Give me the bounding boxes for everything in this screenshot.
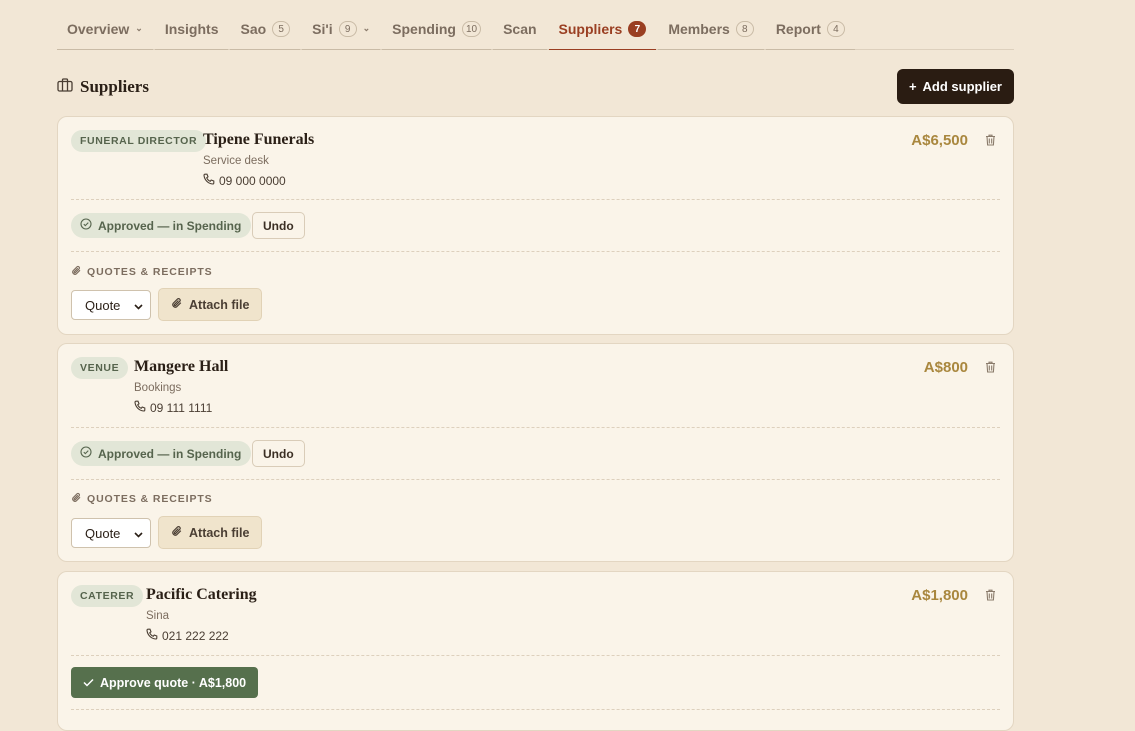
undo-button[interactable]: Undo	[252, 212, 305, 239]
tab-insights[interactable]: Insights	[154, 0, 229, 50]
tab-sii[interactable]: Si'i 9 ⌄	[302, 0, 381, 50]
status-badge: Approved — in Spending	[71, 441, 252, 466]
quotes-receipts-heading: QUOTES & RECEIPTS	[71, 265, 213, 279]
chevron-down-icon	[134, 526, 143, 541]
chevron-down-icon: ⌄	[135, 23, 143, 33]
supplier-name: Tipene Funerals	[203, 131, 315, 148]
tab-label: Members	[668, 21, 730, 37]
status-text: Approved — in Spending	[98, 218, 242, 233]
tab-suppliers[interactable]: Suppliers 7	[548, 0, 657, 50]
check-circle-icon	[80, 446, 92, 461]
divider	[71, 709, 1000, 710]
tab-label: Suppliers	[558, 21, 623, 37]
check-circle-icon	[80, 218, 92, 233]
category-badge: VENUE	[71, 357, 129, 379]
document-type-select[interactable]: Quote	[71, 290, 151, 320]
status-text: Approved — in Spending	[98, 446, 242, 461]
supplier-name: Mangere Hall	[134, 358, 229, 375]
supplier-amount: A$6,500	[911, 132, 968, 149]
undo-button[interactable]: Undo	[252, 440, 305, 467]
approve-quote-button[interactable]: Approve quote · A$1,800	[71, 667, 259, 698]
paperclip-icon	[171, 297, 183, 312]
supplier-card: VENUE Mangere Hall Bookings 09 111 1111 …	[57, 343, 1014, 562]
supplier-phone: 021 222 222	[146, 628, 229, 643]
add-supplier-button[interactable]: + Add supplier	[896, 69, 1014, 104]
quotes-receipts-label: QUOTES & RECEIPTS	[87, 266, 213, 278]
tab-count: 5	[272, 21, 291, 37]
paperclip-icon	[71, 265, 82, 279]
chevron-down-icon: ⌄	[362, 23, 371, 33]
attach-file-button[interactable]: Attach file	[158, 516, 263, 549]
tab-label: Scan	[503, 21, 537, 37]
supplier-card: CATERER Pacific Catering Sina 021 222 22…	[57, 571, 1014, 731]
plus-icon: +	[908, 79, 917, 94]
tab-label: Si'i	[312, 21, 333, 37]
chevron-down-icon	[134, 298, 143, 313]
tab-count: 7	[628, 21, 647, 37]
divider	[71, 199, 1000, 200]
divider	[71, 655, 1000, 656]
tab-bar: Overview ⌄ Insights Sao 5 Si'i 9 ⌄ Spending 1…	[57, 0, 1014, 50]
category-badge: CATERER	[71, 585, 144, 607]
trash-icon[interactable]	[985, 360, 996, 378]
page: Overview ⌄ Insights Sao 5 Si'i 9 ⌄ Spending 1…	[57, 0, 1014, 731]
paperclip-icon	[71, 492, 82, 506]
supplier-amount: A$1,800	[911, 587, 968, 604]
supplier-contact: Bookings	[134, 382, 182, 394]
category-badge: FUNERAL DIRECTOR	[71, 130, 207, 152]
tab-label: Overview	[67, 21, 130, 37]
phone-number: 09 111 1111	[150, 400, 213, 415]
attach-file-label: Attach file	[189, 297, 250, 312]
section-header: Suppliers + Add supplier	[57, 69, 1014, 104]
supplier-phone: 09 111 1111	[134, 400, 212, 415]
supplier-contact: Sina	[146, 610, 170, 622]
supplier-amount: A$800	[923, 359, 968, 376]
divider	[71, 479, 1000, 480]
phone-icon	[146, 628, 158, 643]
supplier-card: FUNERAL DIRECTOR Tipene Funerals Service…	[57, 116, 1014, 335]
tab-scan[interactable]: Scan	[493, 0, 547, 50]
attach-file-label: Attach file	[189, 525, 250, 540]
tab-overview[interactable]: Overview ⌄	[57, 0, 153, 50]
document-type-value: Quote	[85, 297, 121, 313]
supplier-name: Pacific Catering	[146, 586, 257, 603]
phone-icon	[203, 173, 215, 188]
check-icon	[83, 676, 94, 690]
approve-quote-label: Approve quote · A$1,800	[100, 675, 247, 690]
phone-number: 021 222 222	[162, 628, 229, 643]
document-type-value: Quote	[85, 525, 121, 541]
supplier-contact: Service desk	[203, 155, 269, 167]
status-badge: Approved — in Spending	[71, 213, 252, 238]
page-title: Suppliers	[57, 77, 149, 97]
supplier-phone: 09 000 0000	[203, 173, 286, 188]
tab-count: 4	[826, 21, 845, 37]
tab-label: Spending	[392, 21, 456, 37]
divider	[71, 251, 1000, 252]
quotes-receipts-heading: QUOTES & RECEIPTS	[71, 492, 213, 506]
tab-members[interactable]: Members 8	[658, 0, 764, 50]
briefcase-icon	[57, 77, 73, 97]
trash-icon[interactable]	[985, 588, 996, 606]
tab-label: Insights	[164, 21, 219, 37]
phone-icon	[134, 400, 146, 415]
tab-label: Sao	[240, 21, 267, 37]
paperclip-icon	[171, 525, 183, 540]
quotes-receipts-label: QUOTES & RECEIPTS	[87, 493, 213, 505]
trash-icon[interactable]	[985, 133, 996, 151]
phone-number: 09 000 0000	[219, 173, 286, 188]
attach-file-button[interactable]: Attach file	[158, 288, 263, 321]
tab-sao[interactable]: Sao 5	[230, 0, 301, 50]
tab-spending[interactable]: Spending 10	[382, 0, 492, 50]
tab-count: 10	[461, 21, 482, 37]
document-type-select[interactable]: Quote	[71, 518, 151, 548]
tab-report[interactable]: Report 4	[765, 0, 855, 50]
add-supplier-label: Add supplier	[922, 79, 1002, 94]
divider	[71, 427, 1000, 428]
tab-count: 9	[338, 21, 357, 37]
tab-label: Report	[775, 21, 821, 37]
tab-count: 8	[735, 21, 754, 37]
page-title-text: Suppliers	[80, 77, 149, 96]
